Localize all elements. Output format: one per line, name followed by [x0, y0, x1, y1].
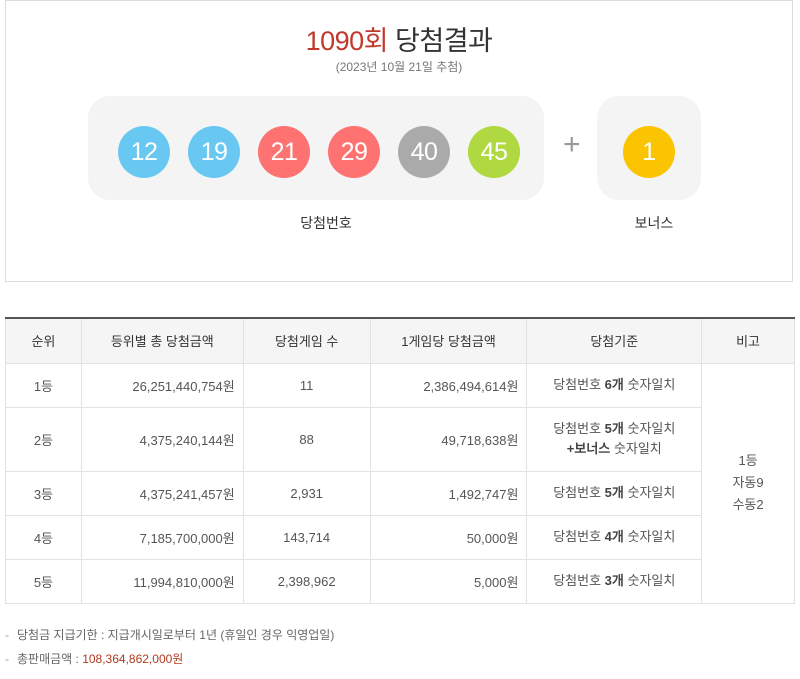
per-game-prize-cell: 1,492,747원 [370, 471, 527, 515]
total-prize-cell: 26,251,440,754원 [81, 363, 243, 407]
table-row: 2등 4,375,240,144원 88 49,718,638원 당첨번호 5개… [6, 407, 795, 471]
total-prize-cell: 4,375,241,457원 [81, 471, 243, 515]
note-line: 자동9 [702, 472, 794, 494]
sales-label: 총판매금액 : [17, 652, 82, 666]
total-sales-note: -총판매금액 : 108,364,862,000원 [5, 648, 334, 672]
header-criteria: 당첨기준 [527, 318, 702, 363]
table-row: 4등 7,185,700,000원 143,714 50,000원 당첨번호 4… [6, 515, 795, 559]
rank-cell: 2등 [6, 407, 82, 471]
header-per-game-prize: 1게임당 당첨금액 [370, 318, 527, 363]
draw-date: (2023년 10월 21일 추첨) [6, 58, 792, 75]
rank-cell: 3등 [6, 471, 82, 515]
winning-numbers-caption: 당첨번호 [286, 213, 366, 233]
header-rank: 순위 [6, 318, 82, 363]
criteria-cell: 당첨번호 4개 숫자일치 [527, 515, 702, 559]
plus-icon: + [563, 130, 581, 160]
winning-ball-3: 21 [258, 126, 310, 178]
header-total-prize: 등위별 총 당첨금액 [81, 318, 243, 363]
bonus-ball: 1 [623, 126, 675, 178]
rank-cell: 5등 [6, 559, 82, 603]
per-game-prize-cell: 2,386,494,614원 [370, 363, 527, 407]
prize-table: 순위 등위별 총 당첨금액 당첨게임 수 1게임당 당첨금액 당첨기준 비고 1… [5, 317, 795, 604]
winning-ball-2: 19 [188, 126, 240, 178]
winning-ball-5: 40 [398, 126, 450, 178]
criteria-cell: 당첨번호 5개 숫자일치 [527, 471, 702, 515]
total-prize-cell: 11,994,810,000원 [81, 559, 243, 603]
note-line: 수동2 [702, 494, 794, 516]
winning-games-cell: 2,931 [243, 471, 370, 515]
table-row: 1등 26,251,440,754원 11 2,386,494,614원 당첨번… [6, 363, 795, 407]
deadline-label: 당첨금 지급기한 : [17, 628, 108, 642]
bonus-number-panel: 1 [597, 96, 701, 200]
sales-value: 108,364,862,000원 [82, 652, 183, 666]
total-prize-cell: 7,185,700,000원 [81, 515, 243, 559]
table-header-row: 순위 등위별 총 당첨금액 당첨게임 수 1게임당 당첨금액 당첨기준 비고 [6, 318, 795, 363]
rank-cell: 4등 [6, 515, 82, 559]
winning-ball-6: 45 [468, 126, 520, 178]
per-game-prize-cell: 5,000원 [370, 559, 527, 603]
winning-games-cell: 2,398,962 [243, 559, 370, 603]
criteria-cell: 당첨번호 3개 숫자일치 [527, 559, 702, 603]
winning-ball-1: 12 [118, 126, 170, 178]
winning-games-cell: 88 [243, 407, 370, 471]
page-title: 1090회 당첨결과 [6, 19, 792, 58]
winning-numbers-panel: 12 19 21 29 40 45 [88, 96, 544, 200]
note-cell: 1등 자동9 수동2 [702, 363, 795, 603]
header-winning-games: 당첨게임 수 [243, 318, 370, 363]
winning-games-cell: 11 [243, 363, 370, 407]
criteria-cell: 당첨번호 5개 숫자일치+보너스 숫자일치 [527, 407, 702, 471]
rank-cell: 1등 [6, 363, 82, 407]
winning-ball-4: 29 [328, 126, 380, 178]
bullet-dash: - [5, 652, 9, 666]
per-game-prize-cell: 50,000원 [370, 515, 527, 559]
footnotes: -당첨금 지급기한 : 지급개시일로부터 1년 (휴일인 경우 익영업일) -총… [5, 624, 334, 672]
round-number: 1090회 [306, 26, 388, 56]
header-note: 비고 [702, 318, 795, 363]
per-game-prize-cell: 49,718,638원 [370, 407, 527, 471]
table-row: 3등 4,375,241,457원 2,931 1,492,747원 당첨번호 … [6, 471, 795, 515]
criteria-cell: 당첨번호 6개 숫자일치 [527, 363, 702, 407]
note-line: 1등 [702, 450, 794, 472]
bullet-dash: - [5, 628, 9, 642]
deadline-value: 지급개시일로부터 1년 (휴일인 경우 익영업일) [108, 628, 335, 642]
table-row: 5등 11,994,810,000원 2,398,962 5,000원 당첨번호… [6, 559, 795, 603]
total-prize-cell: 4,375,240,144원 [81, 407, 243, 471]
winning-games-cell: 143,714 [243, 515, 370, 559]
payment-deadline-note: -당첨금 지급기한 : 지급개시일로부터 1년 (휴일인 경우 익영업일) [5, 624, 334, 648]
bonus-caption: 보너스 [619, 213, 689, 233]
title-label: 당첨결과 [395, 26, 492, 56]
